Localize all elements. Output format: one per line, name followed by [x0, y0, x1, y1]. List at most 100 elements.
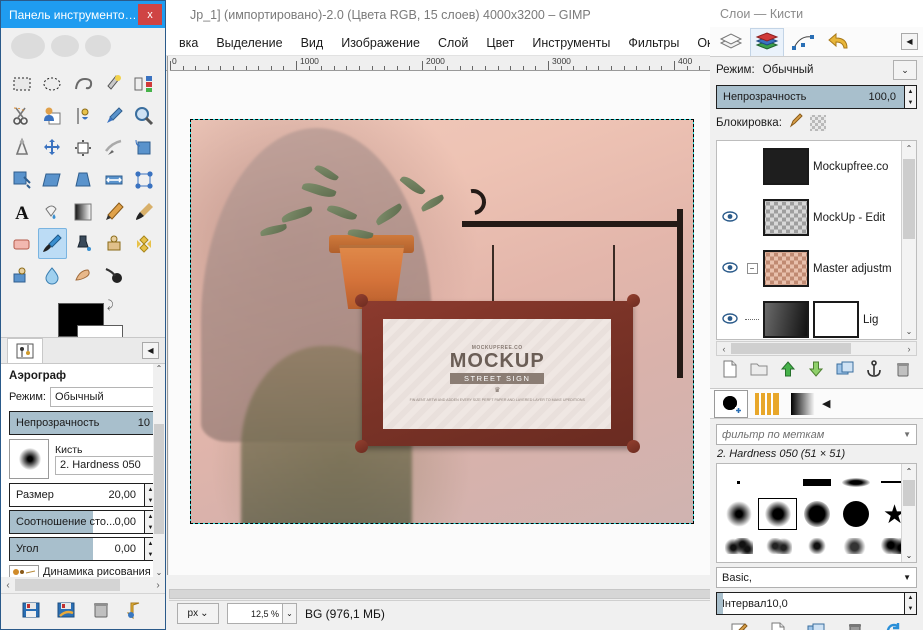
delete-layer-icon[interactable]: [894, 360, 912, 381]
tool-options-horizontal-scrollbar[interactable]: ‹ ›: [1, 577, 165, 593]
dock-minimize-button[interactable]: [889, 2, 921, 26]
tab-brushes[interactable]: [714, 389, 748, 418]
new-brush-icon[interactable]: [769, 622, 787, 630]
duplicate-brush-icon[interactable]: [807, 622, 825, 630]
tab-gradients[interactable]: [786, 390, 820, 418]
tool-heal-tool[interactable]: [129, 228, 159, 259]
layer-thumbnail[interactable]: [763, 199, 809, 236]
new-layer-icon[interactable]: [721, 360, 739, 381]
brush-cell[interactable]: [758, 498, 797, 530]
spin-down-icon[interactable]: ▼: [908, 606, 914, 612]
brush-cell[interactable]: [719, 466, 758, 498]
brush-cell[interactable]: [797, 466, 836, 498]
layer-visibility-icon[interactable]: [719, 312, 741, 327]
tab-tool-options[interactable]: [7, 338, 43, 363]
mode-combo[interactable]: Обычный: [49, 387, 161, 407]
tool-options-hscroll-thumb[interactable]: [15, 579, 120, 591]
aspect-slider[interactable]: Соотношение сто... 0,00 ▲ ▼: [9, 510, 157, 534]
tab-layers[interactable]: [750, 27, 784, 56]
tab-paths[interactable]: [786, 28, 820, 56]
scroll-up-icon[interactable]: ⌃: [153, 364, 165, 373]
tool-ellipse-select-tool[interactable]: [38, 68, 68, 99]
delete-tool-preset-icon[interactable]: [92, 600, 110, 623]
tab-undo-history[interactable]: [714, 28, 748, 56]
layer-thumbnail[interactable]: [763, 148, 809, 185]
lock-pixels-icon[interactable]: [788, 113, 804, 132]
brushes-menu-arrow-icon[interactable]: ◀: [822, 397, 830, 410]
menu-image[interactable]: Изображение: [332, 33, 429, 53]
tool-cage-transform-tool[interactable]: [129, 164, 159, 195]
tool-foreground-select-tool[interactable]: [38, 100, 68, 131]
layer-visibility-icon[interactable]: [719, 261, 741, 276]
tool-options-vertical-scrollbar[interactable]: ⌃ ⌄: [153, 364, 165, 577]
save-tool-preset-icon[interactable]: [21, 600, 41, 623]
spin-up-icon[interactable]: ▲: [908, 89, 914, 95]
close-icon[interactable]: x: [138, 4, 162, 25]
edit-brush-icon[interactable]: [730, 622, 749, 630]
zoom-input[interactable]: 12,5 %: [227, 603, 283, 624]
tool-crop-tool[interactable]: [99, 132, 129, 163]
tool-eraser-tool[interactable]: [7, 228, 37, 259]
tool-rotate-tool[interactable]: [129, 132, 159, 163]
tool-zoom-tool[interactable]: [129, 100, 159, 131]
tool-dodge-burn-tool[interactable]: [99, 260, 129, 291]
brush-cell[interactable]: [797, 530, 836, 562]
tool-color-picker-tool[interactable]: [99, 100, 129, 131]
menu-select[interactable]: Выделение: [207, 33, 291, 53]
tool-scissors-select-tool[interactable]: [7, 100, 37, 131]
layers-list[interactable]: Mockupfree.co MockUp - Edit − Master adj…: [716, 140, 917, 340]
tool-align-tool[interactable]: [68, 132, 98, 163]
tab-undo[interactable]: [822, 28, 856, 56]
scroll-down-icon[interactable]: ⌄: [153, 568, 165, 577]
layers-horizontal-scrollbar[interactable]: ‹ ›: [716, 341, 917, 356]
scroll-left-icon[interactable]: ‹: [1, 580, 15, 591]
tool-paintbrush-tool[interactable]: [129, 196, 159, 227]
tool-perspective-tool[interactable]: [68, 164, 98, 195]
tool-clone-tool[interactable]: [99, 228, 129, 259]
layer-opacity-spinner[interactable]: ▲ ▼: [904, 85, 917, 109]
layers-vscroll-thumb[interactable]: [903, 159, 915, 239]
table-row[interactable]: MockUp - Edit: [717, 192, 916, 243]
tool-text-tool[interactable]: A: [7, 196, 37, 227]
lock-alpha-icon[interactable]: [809, 114, 826, 131]
tool-by-color-select-tool[interactable]: [129, 68, 159, 99]
layer-mask-thumbnail[interactable]: [813, 301, 859, 338]
brush-tag-select[interactable]: Basic, ▼: [716, 567, 917, 588]
layer-thumbnail[interactable]: [763, 250, 809, 287]
tool-perspective-clone-tool[interactable]: [7, 260, 37, 291]
dynamics-preview-icon[interactable]: [9, 565, 39, 577]
tab-patterns[interactable]: [750, 390, 784, 418]
spacing-spinner[interactable]: ▲ ▼: [904, 592, 917, 615]
chevron-down-icon[interactable]: ⌄: [893, 60, 917, 80]
brushes-vscroll-thumb[interactable]: [903, 480, 915, 506]
menu-view[interactable]: Вид: [292, 33, 333, 53]
tool-bucket-fill-tool[interactable]: [38, 196, 68, 227]
tool-options-vscroll-thumb[interactable]: [154, 424, 164, 534]
restore-tool-preset-icon[interactable]: [56, 600, 76, 623]
zoom-dropdown-button[interactable]: ⌄: [283, 603, 297, 624]
tool-flip-tool[interactable]: [99, 164, 129, 195]
delete-brush-icon[interactable]: [846, 622, 864, 630]
reset-tool-options-icon[interactable]: [125, 600, 145, 623]
layer-visibility-icon[interactable]: [719, 210, 741, 225]
tool-airbrush-tool[interactable]: [37, 228, 68, 259]
layer-thumbnail[interactable]: [763, 301, 809, 338]
scroll-right-icon[interactable]: ›: [902, 344, 916, 354]
brush-cell[interactable]: [836, 498, 875, 530]
brush-tag-filter[interactable]: фильтр по меткам ▼: [716, 424, 917, 445]
brush-cell[interactable]: [836, 530, 875, 562]
tool-paths-tool[interactable]: [68, 100, 98, 131]
menu-tools[interactable]: Инструменты: [523, 33, 619, 53]
brush-cell[interactable]: [719, 530, 758, 562]
table-row[interactable]: Lig: [717, 294, 916, 339]
image-canvas[interactable]: MOCKUPFREE.CO MOCKUP STREET SIGN ♛ FIN A…: [190, 119, 694, 524]
tool-scale-tool[interactable]: [7, 164, 37, 195]
tool-pencil-tool[interactable]: [99, 196, 129, 227]
tool-blur-sharpen-tool[interactable]: [38, 260, 68, 291]
tool-shear-tool[interactable]: [38, 164, 68, 195]
raise-layer-icon[interactable]: [779, 360, 797, 381]
tool-gradient-tool[interactable]: [68, 196, 98, 227]
spin-up-icon[interactable]: ▲: [908, 595, 914, 601]
layer-mode-combo[interactable]: Обычный ⌄: [763, 60, 917, 80]
tool-fuzzy-select-tool[interactable]: [99, 68, 129, 99]
